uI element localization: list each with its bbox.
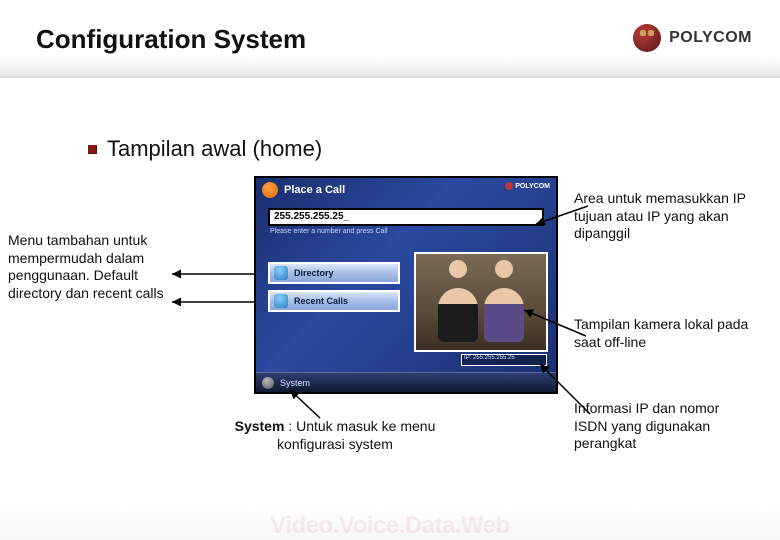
ip-input-caption: Please enter a number and press Call	[270, 228, 388, 235]
slide-header: Configuration System POLYCOM	[0, 0, 780, 78]
device-brand-mini-text: POLYCOM	[515, 183, 550, 190]
person-head-icon	[449, 260, 467, 278]
camera-preview	[414, 252, 548, 352]
ip-input[interactable]: 255.255.255.25_	[268, 208, 544, 226]
person-head-icon	[495, 260, 513, 278]
bullet-text: Tampilan awal (home)	[107, 136, 322, 162]
annotation-right-mid: Tampilan kamera lokal pada saat off-line	[574, 316, 754, 351]
recent-calls-button[interactable]: Recent Calls	[268, 290, 400, 312]
annotation-left: Menu tambahan untuk mempermudah dalam pe…	[8, 232, 168, 302]
person-body-icon	[438, 288, 478, 342]
device-header-label: Place a Call	[284, 184, 345, 196]
ip-info-box: IP: 255.255.255.25	[461, 354, 547, 366]
annotation-bottom: System : Untuk masuk ke menu konfigurasi…	[230, 418, 440, 453]
system-bar[interactable]: System	[256, 372, 556, 392]
recent-calls-label: Recent Calls	[294, 296, 348, 306]
gear-icon	[262, 377, 274, 389]
polycom-mini-icon	[505, 182, 513, 190]
directory-label: Directory	[294, 268, 334, 278]
polycom-icon	[633, 24, 661, 52]
device-screenshot: Place a Call POLYCOM 255.255.255.25_ Ple…	[254, 176, 558, 394]
people-icon	[262, 182, 278, 198]
bullet-item: Tampilan awal (home)	[88, 136, 322, 162]
brand-text: POLYCOM	[669, 29, 752, 47]
annotation-bottom-rest: : Untuk masuk ke menu konfigurasi system	[277, 418, 435, 452]
directory-icon	[274, 266, 288, 280]
slide-title: Configuration System	[36, 24, 306, 55]
annotation-bottom-label: System	[235, 418, 285, 434]
bullet-icon	[88, 145, 97, 154]
recent-calls-icon	[274, 294, 288, 308]
system-bar-label: System	[280, 378, 310, 388]
annotation-right-low: Informasi IP dan nomor ISDN yang digunak…	[574, 400, 754, 453]
brand-logo: POLYCOM	[633, 24, 752, 52]
person-body-icon	[484, 288, 524, 342]
directory-button[interactable]: Directory	[268, 262, 400, 284]
footer-watermark: Video.Voice.Data.Web	[0, 504, 780, 540]
arrow-icon	[168, 266, 258, 306]
annotation-top-right: Area untuk memasukkan IP tujuan atau IP …	[574, 190, 754, 243]
device-brand-mini: POLYCOM	[505, 182, 550, 190]
device-header: Place a Call POLYCOM	[256, 178, 556, 202]
